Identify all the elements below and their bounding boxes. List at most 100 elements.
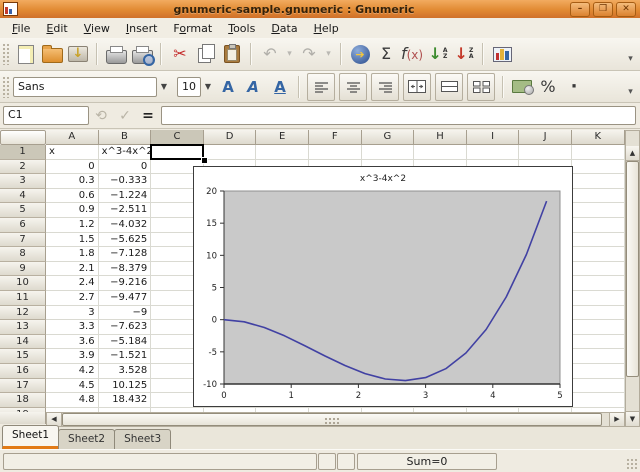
cell-K17[interactable] bbox=[572, 379, 625, 394]
row-header-11[interactable]: 11 bbox=[0, 291, 46, 306]
row-header-5[interactable]: 5 bbox=[0, 203, 46, 218]
cell-A11[interactable]: 2.7 bbox=[46, 291, 99, 306]
cell-H1[interactable] bbox=[414, 145, 467, 160]
font-size-combo[interactable]: 10 bbox=[177, 77, 201, 97]
save-button[interactable]: ↓ bbox=[65, 41, 91, 67]
cell-K8[interactable] bbox=[572, 247, 625, 262]
scroll-up-icon[interactable]: ▲ bbox=[626, 146, 639, 161]
resize-grip-icon[interactable] bbox=[626, 458, 638, 470]
cell-I1[interactable] bbox=[467, 145, 520, 160]
cell-B15[interactable]: −1.521 bbox=[99, 349, 152, 364]
cell-F1[interactable] bbox=[309, 145, 362, 160]
cell-K13[interactable] bbox=[572, 320, 625, 335]
row-header-15[interactable]: 15 bbox=[0, 349, 46, 364]
scroll-down-icon[interactable]: ▼ bbox=[626, 411, 639, 426]
column-header-A[interactable]: A bbox=[46, 130, 99, 145]
vertical-scrollbar[interactable]: ▲ ▼ bbox=[625, 130, 640, 427]
row-header-8[interactable]: 8 bbox=[0, 247, 46, 262]
accept-icon[interactable]: ✓ bbox=[113, 108, 137, 124]
cell-A13[interactable]: 3.3 bbox=[46, 320, 99, 335]
cell-K10[interactable] bbox=[572, 276, 625, 291]
row-header-16[interactable]: 16 bbox=[0, 364, 46, 379]
cell-B10[interactable]: −9.216 bbox=[99, 276, 152, 291]
column-header-C[interactable]: C bbox=[151, 130, 204, 145]
menu-data[interactable]: Data bbox=[263, 20, 305, 37]
align-right-button[interactable] bbox=[371, 73, 399, 101]
font-name-dropdown[interactable]: ▼ bbox=[157, 77, 171, 97]
italic-button[interactable]: A bbox=[241, 74, 267, 100]
column-header-D[interactable]: D bbox=[204, 130, 257, 145]
hyperlink-button[interactable]: ➔ bbox=[347, 41, 373, 67]
align-left-button[interactable] bbox=[307, 73, 335, 101]
menu-edit[interactable]: Edit bbox=[38, 20, 75, 37]
cell-A17[interactable]: 4.5 bbox=[46, 379, 99, 394]
cell-K15[interactable] bbox=[572, 349, 625, 364]
bold-button[interactable]: A bbox=[215, 74, 241, 100]
cell-K6[interactable] bbox=[572, 218, 625, 233]
menu-tools[interactable]: Tools bbox=[220, 20, 263, 37]
cell-A12[interactable]: 3 bbox=[46, 306, 99, 321]
formula-input[interactable] bbox=[161, 106, 636, 125]
cell-K11[interactable] bbox=[572, 291, 625, 306]
horizontal-scrollbar[interactable]: ◀ ▶ bbox=[46, 412, 625, 427]
redo-button[interactable]: ↷ bbox=[296, 41, 322, 67]
print-preview-button[interactable] bbox=[129, 41, 155, 67]
cell-K7[interactable] bbox=[572, 233, 625, 248]
cell-B3[interactable]: −0.333 bbox=[99, 174, 152, 189]
cell-A7[interactable]: 1.5 bbox=[46, 233, 99, 248]
cell-A1[interactable]: x bbox=[46, 145, 99, 160]
row-header-14[interactable]: 14 bbox=[0, 335, 46, 350]
cell-A15[interactable]: 3.9 bbox=[46, 349, 99, 364]
cancel-icon[interactable]: ⟲ bbox=[89, 108, 113, 124]
sort-descending-button[interactable]: ↓ZA bbox=[451, 41, 477, 67]
cell-A14[interactable]: 3.6 bbox=[46, 335, 99, 350]
cell-A5[interactable]: 0.9 bbox=[46, 203, 99, 218]
column-header-K[interactable]: K bbox=[572, 130, 625, 145]
cell-B16[interactable]: 3.528 bbox=[99, 364, 152, 379]
split-cells-button[interactable] bbox=[467, 73, 495, 101]
minimize-button[interactable]: – bbox=[570, 2, 590, 17]
undo-button[interactable]: ↶ bbox=[257, 41, 283, 67]
sheet-tab-sheet3[interactable]: Sheet3 bbox=[114, 429, 171, 449]
percent-button[interactable]: % bbox=[535, 74, 561, 100]
sort-ascending-button[interactable]: ↓AZ bbox=[425, 41, 451, 67]
currency-button[interactable] bbox=[509, 74, 535, 100]
row-header-6[interactable]: 6 bbox=[0, 218, 46, 233]
row-header-9[interactable]: 9 bbox=[0, 262, 46, 277]
undo-menu-button[interactable]: ▾ bbox=[283, 41, 296, 67]
menu-file[interactable]: File bbox=[4, 20, 38, 37]
cell-K12[interactable] bbox=[572, 306, 625, 321]
cell-E1[interactable] bbox=[256, 145, 309, 160]
cell-B17[interactable]: 10.125 bbox=[99, 379, 152, 394]
column-header-B[interactable]: B bbox=[99, 130, 152, 145]
cell-K3[interactable] bbox=[572, 174, 625, 189]
cell-B9[interactable]: −8.379 bbox=[99, 262, 152, 277]
row-header-10[interactable]: 10 bbox=[0, 276, 46, 291]
column-header-G[interactable]: G bbox=[362, 130, 415, 145]
sheet-tab-sheet2[interactable]: Sheet2 bbox=[58, 429, 115, 449]
paste-button[interactable] bbox=[219, 41, 245, 67]
embedded-chart[interactable]: -10-505101520012345x^3-4x^2 bbox=[193, 166, 573, 407]
cell-reference-box[interactable]: C1 bbox=[3, 106, 89, 125]
sum-button[interactable]: Σ bbox=[373, 41, 399, 67]
scroll-right-icon[interactable]: ▶ bbox=[609, 413, 624, 426]
row-header-2[interactable]: 2 bbox=[0, 160, 46, 175]
column-header-I[interactable]: I bbox=[467, 130, 520, 145]
cell-A6[interactable]: 1.2 bbox=[46, 218, 99, 233]
menu-format[interactable]: Format bbox=[165, 20, 220, 37]
cell-A10[interactable]: 2.4 bbox=[46, 276, 99, 291]
function-button[interactable]: f(x) bbox=[399, 41, 425, 67]
sheet-tab-sheet1[interactable]: Sheet1 bbox=[2, 425, 59, 449]
open-button[interactable] bbox=[39, 41, 65, 67]
cell-A2[interactable]: 0 bbox=[46, 160, 99, 175]
toolbar-drag-handle[interactable] bbox=[2, 43, 9, 65]
fill-handle[interactable] bbox=[201, 157, 208, 164]
font-name-combo[interactable]: Sans bbox=[13, 77, 157, 97]
maximize-button[interactable]: ❒ bbox=[593, 2, 613, 17]
print-button[interactable] bbox=[103, 41, 129, 67]
column-header-H[interactable]: H bbox=[414, 130, 467, 145]
cell-B12[interactable]: −9 bbox=[99, 306, 152, 321]
row-header-4[interactable]: 4 bbox=[0, 189, 46, 204]
cell-K2[interactable] bbox=[572, 160, 625, 175]
select-all-corner[interactable] bbox=[0, 130, 46, 145]
